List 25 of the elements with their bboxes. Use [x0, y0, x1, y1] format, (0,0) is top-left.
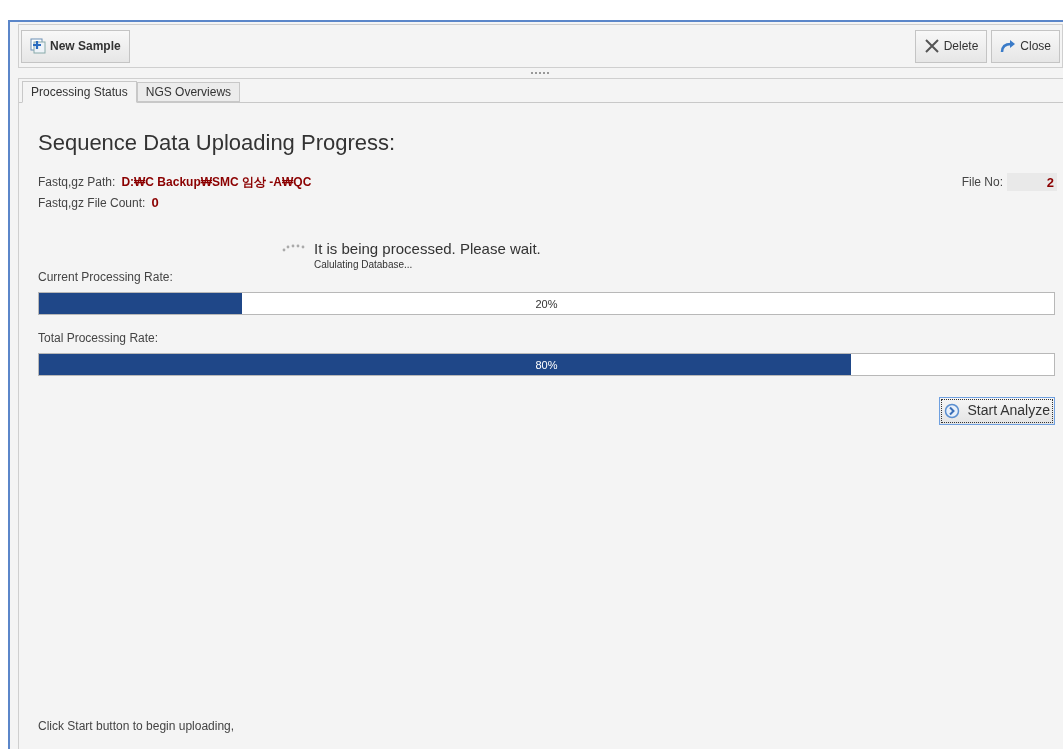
progress-label: Total Processing Rate: [38, 329, 160, 347]
start-analyze-button[interactable]: Start Analyze [938, 396, 1055, 425]
curved-arrow-icon [1000, 39, 1017, 53]
progress-label: Current Processing Rate: [38, 268, 174, 286]
new-button[interactable]: New Sample [21, 29, 130, 63]
wait-detail: Calulating Database... [314, 257, 414, 272]
loading-spinner-icon [282, 243, 306, 252]
file-number-field: 2 [1007, 173, 1057, 191]
close-icon [923, 38, 940, 54]
field-value: 0 [151, 194, 159, 212]
field-label: Fastq,gz Path: [38, 174, 116, 191]
progress-reading: 20% [535, 296, 558, 312]
close-button[interactable]: Close [991, 29, 1060, 63]
status-message: Click Start button to begin uploading, [38, 718, 236, 735]
add-document-icon [30, 38, 46, 54]
field-label: File No: [961, 174, 1003, 191]
tab[interactable]: Processing Status [22, 81, 137, 103]
progress-reading: 80% [535, 357, 558, 373]
field-value: D:₩C Backup₩SMC 임상 -A₩QC [121, 174, 312, 191]
tab[interactable]: NGS Overviews [136, 82, 241, 102]
delete-button[interactable]: Delete [914, 29, 988, 63]
page-heading: Sequence Data Uploading Progress: [38, 129, 397, 157]
wait-message: It is being processed. Please wait. [314, 240, 541, 257]
field-label: Fastq,gz File Count: [38, 194, 146, 212]
splitter-grip-icon[interactable] [530, 71, 551, 75]
